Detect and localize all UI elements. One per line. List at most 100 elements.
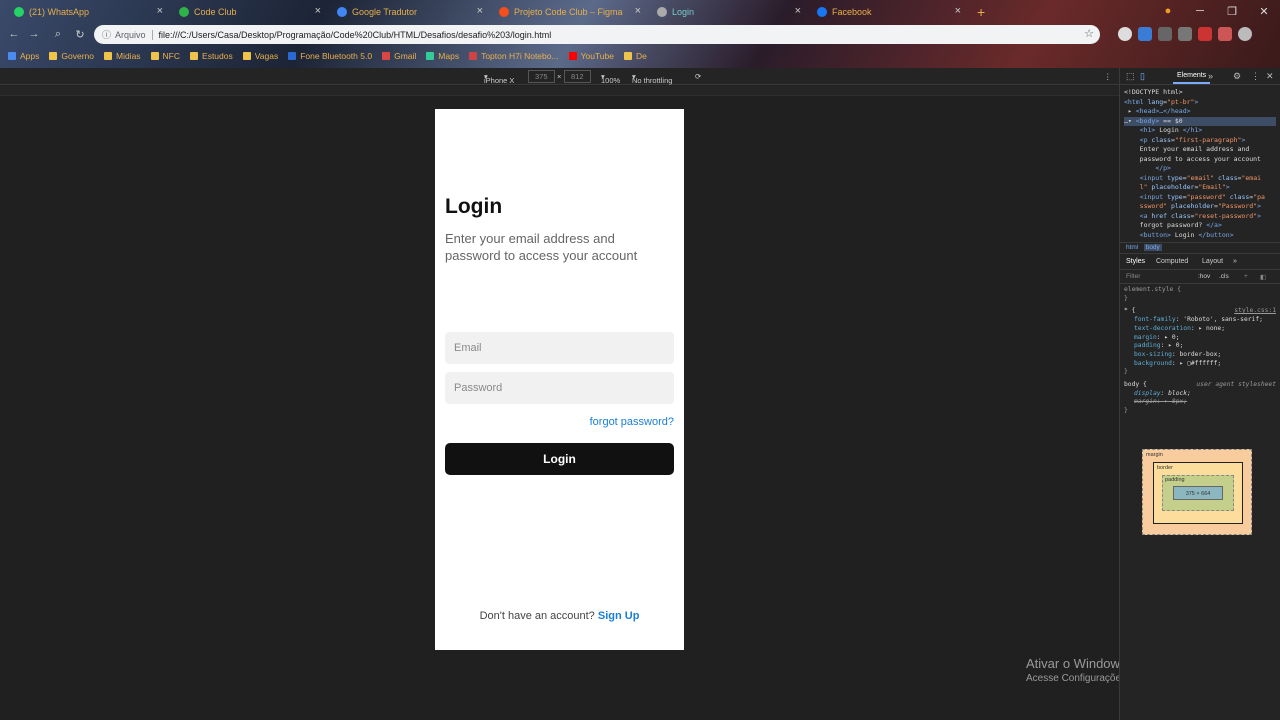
close-icon[interactable]: ✕ bbox=[1266, 71, 1274, 82]
search-icon[interactable]: ⌕ bbox=[50, 26, 66, 42]
tab-login[interactable]: Login × bbox=[643, 2, 803, 22]
bookmark-gmail[interactable]: Gmail bbox=[382, 51, 416, 61]
bookmark-vagas[interactable]: Vagas bbox=[242, 51, 278, 61]
folder-icon bbox=[103, 52, 112, 60]
breadcrumb: html body bbox=[1120, 243, 1280, 254]
tab-figma[interactable]: Projeto Code Club – Figma × bbox=[485, 2, 643, 22]
more-options-icon[interactable]: ⋮ bbox=[1104, 72, 1112, 81]
rotate-icon[interactable]: ⟳ bbox=[695, 72, 701, 81]
throttle-select[interactable]: No throttling ▾ bbox=[632, 72, 672, 85]
tab-facebook[interactable]: Facebook × bbox=[803, 2, 963, 22]
tab-google-tradutor[interactable]: Google Tradutor × bbox=[323, 2, 485, 22]
extension-icon[interactable] bbox=[1158, 27, 1172, 41]
site-icon bbox=[288, 52, 297, 60]
styles-subtabs: Styles Computed Layout » bbox=[1120, 254, 1280, 270]
more-subtabs-icon[interactable]: » bbox=[1233, 258, 1237, 265]
bookmark-topton[interactable]: Topton H7i Notebo... bbox=[469, 51, 559, 61]
security-label: Arquivo bbox=[115, 29, 153, 40]
box-model-padding: padding 375 × 664 bbox=[1162, 475, 1234, 511]
bookmarks-bar: Apps Governo Midias NFC Estudos Vagas Fo… bbox=[0, 47, 1280, 65]
reset-password-link[interactable]: forgot password? bbox=[590, 416, 674, 428]
first-paragraph: Enter your email address and password to… bbox=[445, 231, 638, 263]
bookmark-de[interactable]: De bbox=[623, 51, 647, 61]
no-account-text: Don't have an account? bbox=[479, 610, 595, 622]
close-icon[interactable]: × bbox=[955, 5, 961, 17]
forward-icon[interactable]: → bbox=[26, 26, 42, 42]
close-icon[interactable]: × bbox=[315, 5, 321, 17]
back-icon[interactable]: ← bbox=[6, 26, 22, 42]
window-controls: ● ─ ❐ ✕ bbox=[1152, 2, 1280, 20]
close-window-icon[interactable]: ✕ bbox=[1248, 2, 1280, 20]
bookmark-nfc[interactable]: NFC bbox=[150, 51, 180, 61]
signup-link[interactable]: Sign Up bbox=[598, 610, 640, 622]
profile-icon[interactable]: ● bbox=[1152, 2, 1184, 20]
bookmark-midias[interactable]: Midias bbox=[103, 51, 141, 61]
tab-whatsapp[interactable]: (21) WhatsApp × bbox=[0, 2, 165, 22]
whatsapp-icon bbox=[14, 7, 24, 17]
tab-elements[interactable]: Elements bbox=[1172, 72, 1211, 84]
dimension-separator: × bbox=[557, 72, 562, 81]
tab-computed[interactable]: Computed bbox=[1156, 258, 1188, 265]
signup-row: Don't have an account? Sign Up bbox=[435, 610, 684, 622]
email-field[interactable] bbox=[445, 332, 674, 364]
login-button[interactable]: Login bbox=[445, 443, 674, 475]
maximize-icon[interactable]: ❐ bbox=[1216, 2, 1248, 20]
extension-icon[interactable] bbox=[1178, 27, 1192, 41]
close-icon[interactable]: × bbox=[635, 5, 641, 17]
sidebar-toggle-icon[interactable]: ◧ bbox=[1260, 273, 1266, 281]
close-icon[interactable]: × bbox=[157, 5, 163, 17]
device-toggle-icon[interactable]: ▯ bbox=[1140, 71, 1145, 82]
url-text[interactable]: file:///C:/Users/Casa/Desktop/Programaçã… bbox=[159, 30, 552, 40]
youtube-icon bbox=[568, 52, 577, 60]
code-club-icon bbox=[179, 7, 189, 17]
zoom-select[interactable]: 100% ▾ bbox=[601, 72, 620, 85]
close-icon[interactable]: × bbox=[795, 5, 801, 17]
breadcrumb-html[interactable]: html bbox=[1126, 244, 1138, 251]
extension-icon[interactable] bbox=[1218, 27, 1232, 41]
browser-chrome: (21) WhatsApp × Code Club × Google Traduto… bbox=[0, 0, 1280, 68]
kebab-icon[interactable]: ⋮ bbox=[1251, 71, 1260, 82]
site-icon bbox=[469, 52, 478, 60]
bookmark-youtube[interactable]: YouTube bbox=[568, 51, 614, 61]
bookmark-apps[interactable]: Apps bbox=[8, 51, 39, 61]
box-model-border: border padding 375 × 664 bbox=[1153, 462, 1243, 524]
inspect-icon[interactable]: ⬚ bbox=[1126, 71, 1135, 82]
close-icon[interactable]: × bbox=[477, 5, 483, 17]
add-rule-icon[interactable]: + bbox=[1244, 273, 1248, 280]
height-input[interactable]: 812 bbox=[564, 70, 591, 83]
extension-icon[interactable] bbox=[1198, 27, 1212, 41]
folder-icon bbox=[150, 52, 159, 60]
globe-icon bbox=[657, 7, 667, 17]
maps-icon bbox=[426, 52, 435, 60]
bookmark-estudos[interactable]: Estudos bbox=[190, 51, 233, 61]
reload-icon[interactable]: ↻ bbox=[72, 26, 88, 42]
new-tab-button[interactable]: + bbox=[963, 2, 993, 22]
more-tabs-icon[interactable]: » bbox=[1208, 71, 1213, 81]
dom-tree[interactable]: <!DOCTYPE html> <html lang="pt-br"> ▸ <h… bbox=[1120, 85, 1280, 243]
extension-icon[interactable] bbox=[1118, 27, 1132, 41]
styles-filter[interactable]: Filter :hov .cls + ◧ bbox=[1120, 270, 1280, 284]
folder-icon bbox=[49, 52, 58, 60]
tab-code-club[interactable]: Code Club × bbox=[165, 2, 323, 22]
bookmark-maps[interactable]: Maps bbox=[426, 51, 459, 61]
styles-pane[interactable]: element.style { } * {style.css:1 font-fa… bbox=[1120, 284, 1280, 418]
address-bar[interactable]: ⓘ Arquivo file:///C:/Users/Casa/Desktop/… bbox=[94, 25, 1100, 44]
bookmark-fone-bluetooth[interactable]: Fone Bluetooth 5.0 bbox=[288, 51, 372, 61]
breadcrumb-body[interactable]: body bbox=[1143, 244, 1162, 251]
extension-icon[interactable] bbox=[1138, 27, 1152, 41]
tab-styles[interactable]: Styles bbox=[1126, 258, 1145, 265]
device-select[interactable]: iPhone X ▾ bbox=[484, 72, 514, 85]
devtools-tabbar: ⬚ ▯ Elements » ⚙ ⋮ ✕ bbox=[1120, 68, 1280, 85]
bookmark-governo[interactable]: Governo bbox=[49, 51, 94, 61]
hov-toggle[interactable]: :hov bbox=[1198, 273, 1210, 280]
info-icon[interactable]: ⓘ bbox=[102, 28, 111, 41]
gear-icon[interactable]: ⚙ bbox=[1233, 71, 1241, 82]
gmail-icon bbox=[382, 52, 391, 60]
minimize-icon[interactable]: ─ bbox=[1184, 2, 1216, 20]
tab-layout[interactable]: Layout bbox=[1202, 258, 1223, 265]
cls-toggle[interactable]: .cls bbox=[1219, 273, 1229, 280]
bookmark-star-icon[interactable]: ☆ bbox=[1084, 27, 1094, 40]
width-input[interactable]: 375 bbox=[528, 70, 555, 83]
password-field[interactable] bbox=[445, 372, 674, 404]
avatar[interactable] bbox=[1238, 27, 1252, 41]
